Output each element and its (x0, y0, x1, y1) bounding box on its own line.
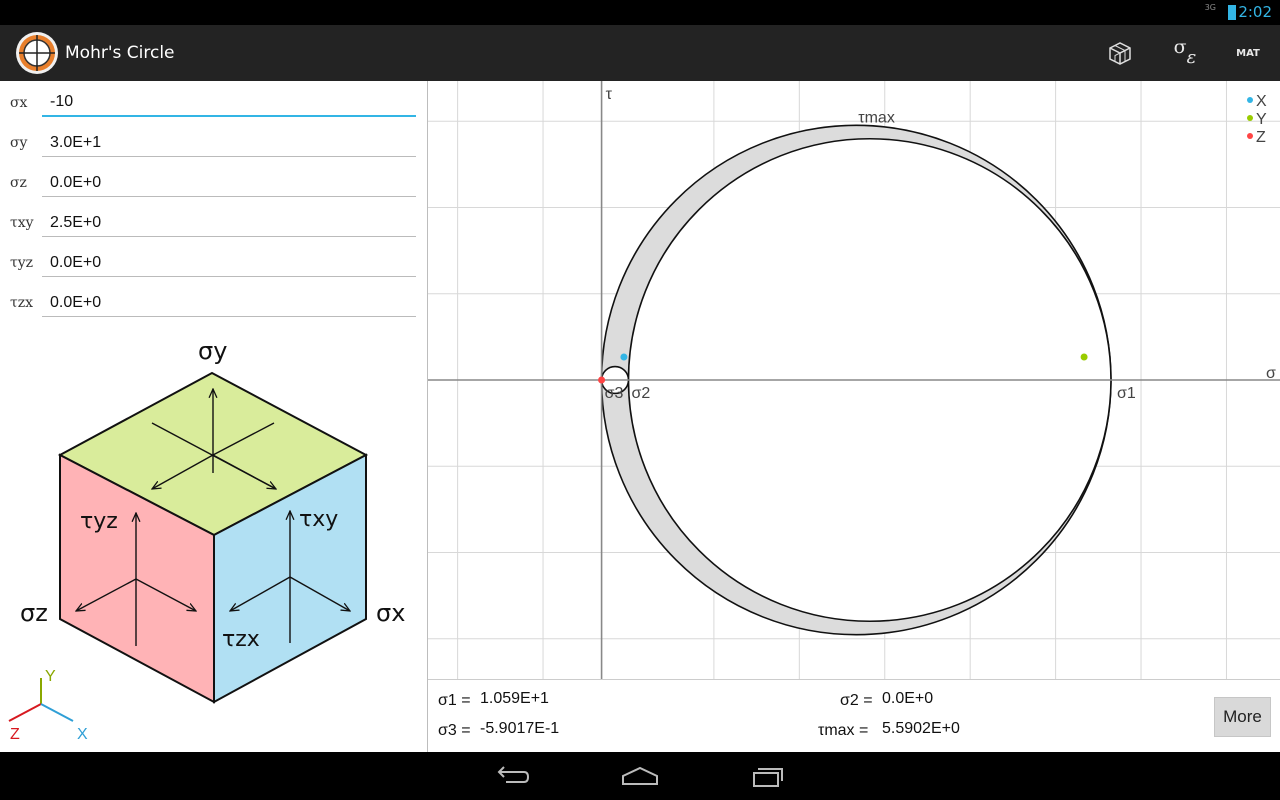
battery-icon (1228, 5, 1236, 20)
sigma-x-label: σx (10, 95, 28, 111)
epsilon-symbol: ε (1186, 46, 1197, 68)
material-button[interactable]: MAT (1226, 25, 1270, 81)
sigma-y-row: σy (0, 123, 427, 163)
sigma-z-label: σz (10, 175, 27, 191)
sigma3-result-value: -5.9017E-1 (480, 720, 560, 737)
sigma1-result-value: 1.059E+1 (480, 690, 549, 707)
wireframe-cube-icon (1109, 42, 1131, 65)
sigma2-result-label: σ2 = (840, 692, 873, 709)
sigma-symbol: σ (1173, 36, 1187, 58)
tau-zx-label: τzx (10, 295, 34, 311)
tau-axis-label: τ (606, 86, 613, 103)
home-icon (622, 766, 658, 785)
legend-x-label: X (1256, 93, 1267, 110)
tau-zx-row: τzx (0, 283, 427, 323)
stress-cube-diagram[interactable]: σy σz σx τyz τxy τzx Y Z X (0, 331, 427, 752)
tau-yz-input[interactable] (42, 249, 416, 277)
taumax-result-label: τmax = (818, 722, 869, 739)
tau-zx-input[interactable] (42, 289, 416, 317)
tau-xy-row: τxy (0, 203, 427, 243)
input-panel: σx σy σz τxy τyz τzx (0, 81, 427, 752)
navigation-bar (0, 752, 1280, 800)
results-panel: σ1 = 1.059E+1 σ2 = 0.0E+0 σ3 = -5.9017E-… (428, 679, 1280, 753)
tau-yz-row: τyz (0, 243, 427, 283)
sigma3-label: σ3 (605, 385, 624, 402)
stress-point-y (1080, 353, 1088, 361)
stress-point-x (620, 353, 628, 361)
plot-panel: τ σ τmax σ1 σ2 σ3 X Y Z σ1 = 1.059E+1 σ2… (428, 81, 1280, 753)
axis-z-label: Z (10, 726, 20, 743)
cube-sigma-x-label: σx (376, 599, 405, 627)
back-button[interactable] (467, 752, 557, 800)
cube-tau-zx-label: τzx (222, 627, 260, 652)
cube-sigma-z-label: σz (20, 599, 48, 627)
sigma3-result-label: σ3 = (438, 722, 471, 739)
sigma-x-row: σx (0, 83, 427, 123)
sigma1-result-label: σ1 = (438, 692, 471, 709)
action-bar: Mohr's Circle σ ε MAT (0, 25, 1280, 81)
status-time: 2:02 (1238, 3, 1272, 21)
home-button[interactable] (595, 752, 685, 800)
sigma-y-input[interactable] (42, 129, 416, 157)
mohr-circle-plot[interactable]: τ σ τmax σ1 σ2 σ3 X Y Z (428, 81, 1280, 679)
sigma-y-label: σy (10, 135, 28, 151)
sigma-axis-label: σ (1266, 365, 1276, 382)
legend-y-label: Y (1256, 111, 1267, 128)
recent-apps-button[interactable] (723, 752, 813, 800)
sigma-x-input[interactable] (42, 89, 416, 117)
sigma2-result-value: 0.0E+0 (882, 690, 934, 707)
cube-tau-xy-label: τxy (299, 507, 338, 532)
back-arrow-icon (497, 766, 530, 783)
more-button[interactable]: More (1214, 697, 1271, 737)
tau-max-label: τmax (858, 109, 895, 126)
recent-apps-icon (753, 768, 783, 787)
sigma1-label: σ1 (1117, 385, 1136, 402)
app-title: Mohr's Circle (65, 43, 175, 63)
plot-legend: X Y Z (1247, 93, 1267, 146)
tau-xy-input[interactable] (42, 209, 416, 237)
app-logo-icon[interactable] (15, 31, 59, 75)
axes-triad: Y Z X (8, 668, 88, 743)
tau-xy-label: τxy (10, 215, 34, 231)
axis-y-label: Y (45, 668, 56, 685)
tau-yz-label: τyz (10, 255, 34, 271)
taumax-result-value: 5.5902E+0 (882, 720, 960, 737)
cube-sigma-y-label: σy (198, 337, 227, 365)
status-bar: 3G 2:02 (0, 0, 1280, 25)
axis-x-label: X (77, 726, 88, 743)
legend-z-label: Z (1256, 129, 1266, 146)
sigma-z-input[interactable] (42, 169, 416, 197)
stress-strain-toggle-button[interactable]: σ ε (1160, 25, 1210, 81)
sigma-z-row: σz (0, 163, 427, 203)
network-indicator: 3G (1204, 3, 1216, 12)
cube-tau-yz-label: τyz (80, 509, 118, 534)
sigma2-label: σ2 (631, 385, 650, 402)
mat-label: MAT (1236, 47, 1260, 59)
stress-point-z (598, 376, 606, 384)
cube-view-button[interactable] (1100, 25, 1140, 81)
